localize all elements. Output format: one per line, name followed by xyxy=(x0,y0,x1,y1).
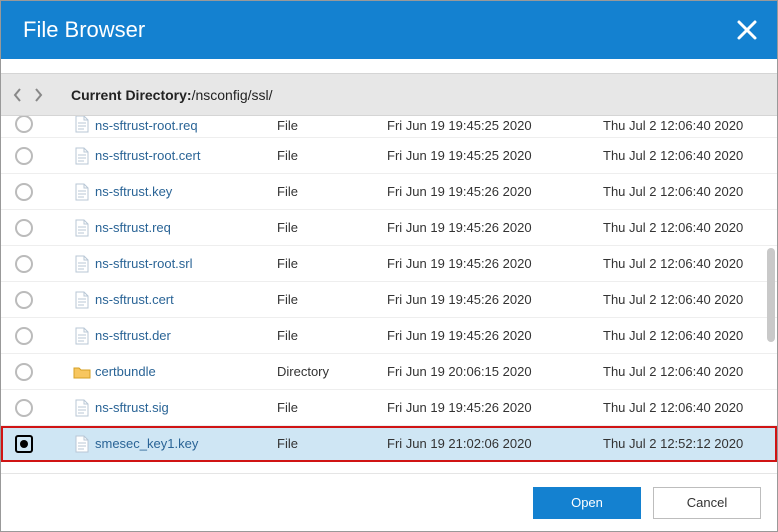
row-radio[interactable] xyxy=(15,363,33,381)
file-icon xyxy=(69,327,95,345)
file-icon xyxy=(69,291,95,309)
file-icon xyxy=(69,255,95,273)
file-name: smesec_key1.key xyxy=(95,436,277,451)
table-row[interactable]: ns-sftrust.keyFileFri Jun 19 19:45:26 20… xyxy=(1,174,777,210)
file-created: Fri Jun 19 19:45:25 2020 xyxy=(387,148,603,163)
file-type: File xyxy=(277,220,387,235)
file-name: ns-sftrust.der xyxy=(95,328,277,343)
file-icon xyxy=(69,219,95,237)
scrollbar-thumb[interactable] xyxy=(767,248,775,342)
close-icon[interactable] xyxy=(735,18,759,42)
current-directory-label: Current Directory: xyxy=(71,87,192,103)
file-name: ns-sftrust.cert xyxy=(95,292,277,307)
row-radio[interactable] xyxy=(15,255,33,273)
file-created: Fri Jun 19 21:02:06 2020 xyxy=(387,436,603,451)
row-radio[interactable] xyxy=(15,147,33,165)
row-radio[interactable] xyxy=(15,435,33,453)
table-row[interactable]: ns-sftrust-root.srlFileFri Jun 19 19:45:… xyxy=(1,246,777,282)
file-modified: Thu Jul 2 12:06:40 2020 xyxy=(603,148,769,163)
file-modified: Thu Jul 2 12:06:40 2020 xyxy=(603,118,769,133)
file-name: ns-sftrust-root.cert xyxy=(95,148,277,163)
file-created: Fri Jun 19 19:45:26 2020 xyxy=(387,400,603,415)
file-modified: Thu Jul 2 12:06:40 2020 xyxy=(603,256,769,271)
table-row[interactable]: ns-sftrust.reqFileFri Jun 19 19:45:26 20… xyxy=(1,210,777,246)
file-name: certbundle xyxy=(95,364,277,379)
nav-back-button[interactable] xyxy=(11,85,25,105)
file-created: Fri Jun 19 20:06:15 2020 xyxy=(387,364,603,379)
dialog-footer: Open Cancel xyxy=(1,473,777,531)
file-type: File xyxy=(277,436,387,451)
file-type: Directory xyxy=(277,364,387,379)
file-type: File xyxy=(277,328,387,343)
file-modified: Thu Jul 2 12:06:40 2020 xyxy=(603,328,769,343)
file-icon xyxy=(69,116,95,133)
cancel-button[interactable]: Cancel xyxy=(653,487,761,519)
file-name: ns-sftrust-root.srl xyxy=(95,256,277,271)
file-type: File xyxy=(277,184,387,199)
file-icon xyxy=(69,399,95,417)
table-row[interactable]: ns-sftrust.sigFileFri Jun 19 19:45:26 20… xyxy=(1,390,777,426)
file-modified: Thu Jul 2 12:52:12 2020 xyxy=(603,436,769,451)
file-created: Fri Jun 19 19:45:26 2020 xyxy=(387,328,603,343)
nav-forward-button[interactable] xyxy=(31,85,45,105)
table-row[interactable]: smesec_key1.keyFileFri Jun 19 21:02:06 2… xyxy=(1,426,777,462)
table-row[interactable]: ns-sftrust.derFileFri Jun 19 19:45:26 20… xyxy=(1,318,777,354)
folder-icon xyxy=(69,365,95,379)
row-radio[interactable] xyxy=(15,219,33,237)
open-button[interactable]: Open xyxy=(533,487,641,519)
row-radio[interactable] xyxy=(15,183,33,201)
file-modified: Thu Jul 2 12:06:40 2020 xyxy=(603,220,769,235)
file-created: Fri Jun 19 19:45:26 2020 xyxy=(387,220,603,235)
row-radio[interactable] xyxy=(15,116,33,133)
file-created: Fri Jun 19 19:45:26 2020 xyxy=(387,184,603,199)
file-list: ns-sftrust-root.req File Fri Jun 19 19:4… xyxy=(1,116,777,462)
table-row[interactable]: ns-sftrust-root.certFileFri Jun 19 19:45… xyxy=(1,138,777,174)
file-icon xyxy=(69,183,95,201)
file-modified: Thu Jul 2 12:06:40 2020 xyxy=(603,184,769,199)
file-icon xyxy=(69,147,95,165)
table-row[interactable]: ns-sftrust.certFileFri Jun 19 19:45:26 2… xyxy=(1,282,777,318)
file-type: File xyxy=(277,292,387,307)
file-type: File xyxy=(277,256,387,271)
file-modified: Thu Jul 2 12:06:40 2020 xyxy=(603,364,769,379)
current-directory-path: /nsconfig/ssl/ xyxy=(192,87,273,103)
row-radio[interactable] xyxy=(15,399,33,417)
file-type: File xyxy=(277,118,387,133)
file-type: File xyxy=(277,400,387,415)
nav-arrows xyxy=(11,85,45,105)
row-radio[interactable] xyxy=(15,291,33,309)
file-created: Fri Jun 19 19:45:26 2020 xyxy=(387,256,603,271)
file-icon xyxy=(69,435,95,453)
breadcrumb-bar: Current Directory: /nsconfig/ssl/ xyxy=(1,73,777,116)
table-row[interactable]: ns-sftrust-root.req File Fri Jun 19 19:4… xyxy=(1,116,777,138)
table-row[interactable]: certbundleDirectoryFri Jun 19 20:06:15 2… xyxy=(1,354,777,390)
file-created: Fri Jun 19 19:45:26 2020 xyxy=(387,292,603,307)
file-name: ns-sftrust.sig xyxy=(95,400,277,415)
file-type: File xyxy=(277,148,387,163)
file-modified: Thu Jul 2 12:06:40 2020 xyxy=(603,292,769,307)
file-modified: Thu Jul 2 12:06:40 2020 xyxy=(603,400,769,415)
titlebar: File Browser xyxy=(1,1,777,59)
file-name: ns-sftrust.req xyxy=(95,220,277,235)
file-name: ns-sftrust-root.req xyxy=(95,118,277,133)
dialog-title: File Browser xyxy=(23,17,145,43)
row-radio[interactable] xyxy=(15,327,33,345)
file-name: ns-sftrust.key xyxy=(95,184,277,199)
file-created: Fri Jun 19 19:45:25 2020 xyxy=(387,118,603,133)
